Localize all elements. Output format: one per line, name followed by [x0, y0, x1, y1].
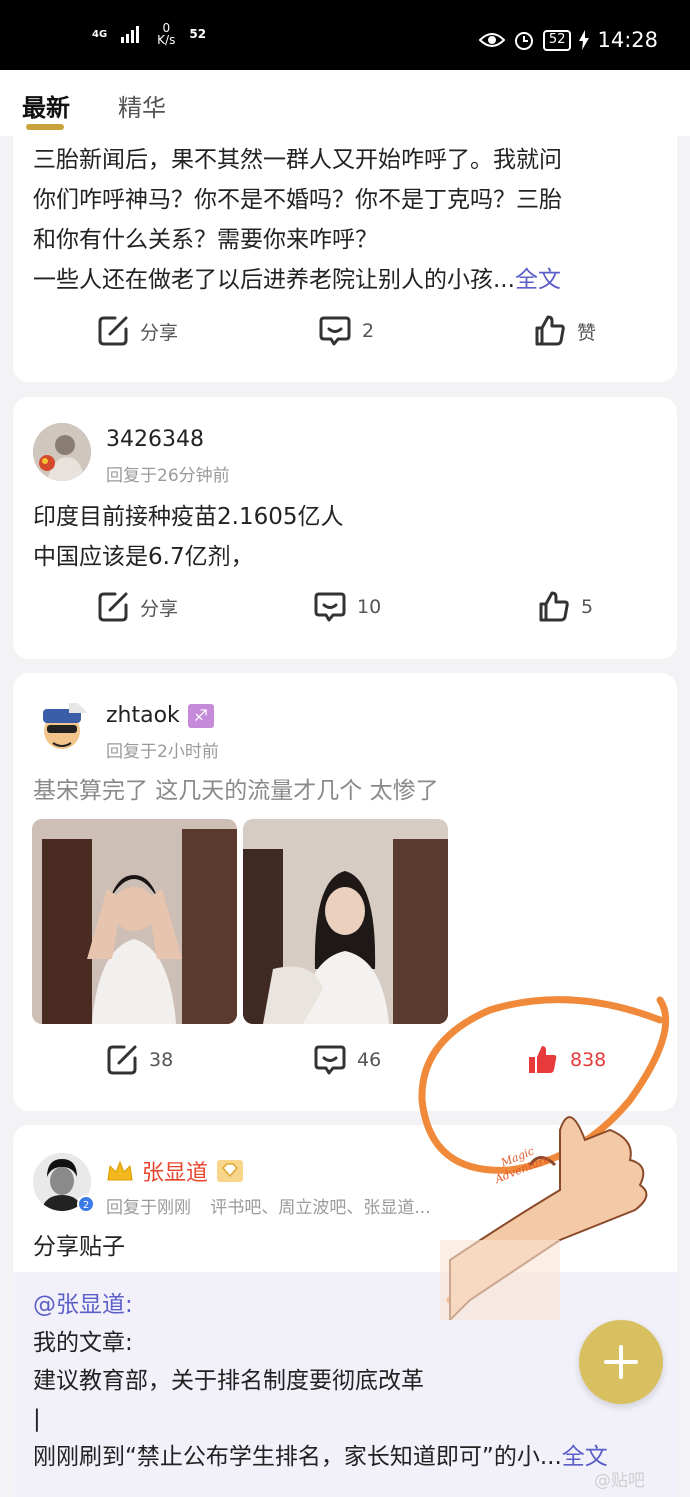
eye-icon: [478, 33, 505, 47]
share-button[interactable]: 38: [105, 1043, 173, 1077]
share-button[interactable]: 分享: [96, 314, 178, 348]
comment-button[interactable]: 2: [318, 314, 374, 348]
post-meta: 回复于刚刚 评书吧、周立波吧、张显道...: [106, 1193, 431, 1218]
read-more-link[interactable]: 全文: [515, 267, 561, 293]
post-card[interactable]: 三胎新闻后，果不其然一群人又开始咋呼了。我就问 你们咋呼神马？你不是不婚吗？你不…: [13, 136, 677, 382]
alarm-icon: [514, 32, 533, 50]
post-actions: 分享 2 赞: [13, 314, 677, 364]
username[interactable]: 3426348: [106, 427, 204, 452]
post-text: 印度目前接种疫苗2.1605亿人 中国应该是6.7亿剂，: [13, 497, 357, 577]
avatar-image: [33, 423, 91, 481]
username-text: 3426348: [106, 427, 204, 452]
share-icon: [98, 316, 128, 346]
share-icon: [98, 592, 128, 622]
comment-button[interactable]: 10: [313, 590, 381, 624]
comment-icon: [314, 592, 346, 622]
net-speed: 0 K/s: [157, 22, 175, 46]
username-text: 张显道: [142, 1161, 209, 1186]
like-button[interactable]: 5: [537, 590, 593, 624]
quoted-line-content: 刚刚刷到“禁止公布学生排名，家长知道即可”的小...: [33, 1444, 562, 1470]
avatar[interactable]: [33, 423, 91, 481]
post-text-line: 印度目前接种疫苗2.1605亿人: [33, 504, 344, 530]
status-left: 4G 0 K/s 52: [92, 22, 206, 46]
comment-icon: [319, 316, 351, 346]
status-extra: 52: [189, 27, 207, 41]
tab-underline: [26, 124, 64, 130]
photo-girl-1: [32, 819, 237, 1024]
post-text-line: 一些人还在做老了以后进养老院让别人的小孩...全文: [33, 260, 663, 300]
vip-badge-icon: [217, 1160, 244, 1182]
quoted-line: |: [33, 1406, 41, 1432]
quoted-line: 建议教育部，关于排名制度要彻底改革: [33, 1368, 424, 1394]
comment-icon: [314, 1045, 346, 1075]
username-text: zhtaok: [106, 703, 180, 728]
share-label: 分享: [140, 597, 179, 620]
post-text-line-content: 一些人还在做老了以后进养老院让别人的小孩...: [33, 267, 515, 293]
signal-label: 4G: [92, 28, 108, 40]
like-button[interactable]: 赞: [533, 314, 596, 348]
plus-icon: [604, 1345, 638, 1379]
username[interactable]: 张显道: [106, 1155, 244, 1187]
comment-count: 46: [357, 1049, 382, 1071]
post-text: 三胎新闻后，果不其然一群人又开始咋呼了。我就问 你们咋呼神马？你不是不婚吗？你不…: [13, 136, 677, 300]
share-count: 38: [149, 1049, 174, 1071]
post-meta: 回复于26分钟前: [106, 466, 230, 486]
comment-button[interactable]: 46: [313, 1043, 381, 1077]
status-bar: 4G 0 K/s 52 52 14:28: [0, 0, 690, 70]
verified-badge-icon: 2: [77, 1195, 95, 1213]
like-label: 赞: [577, 321, 597, 344]
share-icon: [107, 1045, 137, 1075]
quoted-line: 刚刚刷到“禁止公布学生排名，家长知道即可”的小...全文: [33, 1438, 663, 1476]
post-meta: 回复于2小时前: [106, 742, 219, 762]
post-time: 回复于刚刚: [106, 1198, 191, 1218]
charging-icon: [579, 30, 590, 50]
tab-featured[interactable]: 精华: [118, 88, 166, 123]
post-image[interactable]: [32, 819, 237, 1024]
thumbs-up-icon: [535, 315, 565, 346]
post-forums[interactable]: 评书吧、周立波吧、张显道...: [210, 1198, 430, 1218]
battery-indicator: 52: [542, 29, 572, 51]
signal-icon: [121, 26, 140, 43]
comment-count: 10: [357, 596, 382, 618]
post-text-line: 三胎新闻后，果不其然一群人又开始咋呼了。我就问: [33, 147, 562, 173]
sagittarius-icon: ♐: [187, 703, 214, 728]
status-right: 52 14:28: [478, 28, 658, 52]
post-actions: 分享 10 5: [13, 590, 677, 640]
post-card[interactable]: 3426348 回复于26分钟前 印度目前接种疫苗2.1605亿人 中国应该是6…: [13, 397, 677, 659]
quoted-line: 我的文章:: [33, 1330, 133, 1356]
add-post-button[interactable]: [579, 1320, 663, 1404]
thumbs-up-icon: [539, 591, 569, 622]
like-count: 5: [581, 596, 594, 618]
net-speed-unit: K/s: [157, 33, 176, 47]
post-text: 分享贴子: [33, 1234, 125, 1260]
post-text: 基宋算完了 这几天的流量才几个 太惨了: [33, 778, 439, 804]
username[interactable]: zhtaok ♐: [106, 703, 214, 728]
post-text-line: 中国应该是6.7亿剂，: [33, 544, 254, 570]
watermark: @贴吧: [594, 1471, 645, 1491]
tab-bar: 最新 精华: [0, 70, 690, 136]
tab-latest[interactable]: 最新: [22, 88, 70, 123]
post-text-line: 和你有什么关系？需要你来咋呼？: [33, 227, 378, 253]
crown-icon: [107, 1160, 133, 1181]
avatar[interactable]: [33, 699, 91, 757]
comment-count: 2: [362, 320, 375, 342]
annotation-overlay: [418, 996, 670, 1320]
clock: 14:28: [597, 28, 658, 52]
share-button[interactable]: 分享: [96, 590, 178, 624]
avatar-image: [33, 699, 91, 757]
share-label: 分享: [140, 321, 179, 344]
svg-text:2: 2: [83, 1200, 89, 1211]
post-text-line: 你们咋呼神马？你不是不婚吗？你不是丁克吗？三胎: [33, 187, 562, 213]
